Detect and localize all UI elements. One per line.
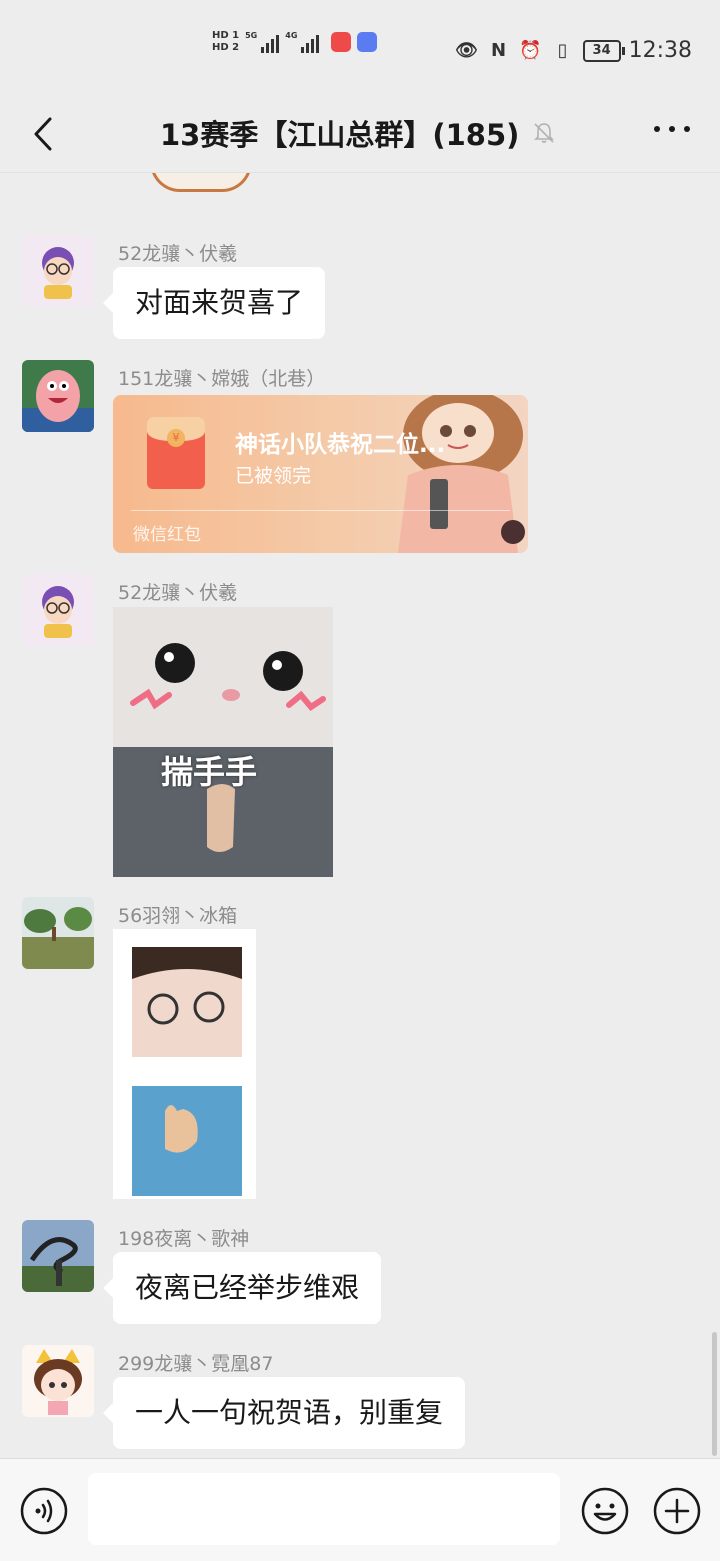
sender-name: 56羽翎丶冰箱 — [118, 905, 238, 927]
avatar[interactable] — [22, 235, 94, 307]
chat-header: 13赛季【江山总群】(185) — [0, 100, 720, 173]
partial-sticker-image[interactable] — [150, 173, 252, 192]
avatar[interactable] — [22, 1220, 94, 1292]
alarm-icon: ⏰ — [519, 40, 542, 61]
status-time: 12:38 — [628, 38, 692, 63]
chat-title: 13赛季【江山总群】(185) — [160, 118, 520, 152]
avatar[interactable] — [22, 897, 94, 969]
chevron-left-icon[interactable] — [24, 114, 64, 154]
red-packet-title: 神话小队恭祝二位... — [235, 432, 446, 458]
signal-5g-icon: 5G — [245, 31, 280, 53]
sender-name: 299龙骧丶霓凰87 — [118, 1353, 274, 1375]
status-left: HD 1 HD 2 5G 4G — [212, 30, 378, 54]
photo-sticker-image[interactable] — [113, 929, 256, 1199]
emoji-icon[interactable] — [581, 1487, 629, 1535]
cat-sticker-image[interactable]: 揣手手 — [113, 607, 333, 877]
red-envelope-icon — [147, 417, 205, 489]
sender-name: 198夜离丶歌神 — [118, 1228, 250, 1250]
divider — [131, 510, 510, 511]
cat-sticker-drawing — [113, 607, 333, 877]
message-input[interactable] — [88, 1473, 560, 1545]
red-packet-cover-image — [398, 395, 525, 553]
sticker-caption: 揣手手 — [161, 753, 258, 791]
vibrate-icon: ▯ — [557, 40, 568, 61]
red-packet-footer: 微信红包 — [133, 525, 201, 545]
text-bubble[interactable]: 一人一句祝贺语，别重复 — [102, 1377, 466, 1449]
text-bubble[interactable]: 夜离已经举步维艰 — [102, 1252, 382, 1324]
sender-name: 52龙骧丶伏羲 — [118, 243, 238, 265]
status-right: 👁 N ⏰ ▯ 34 12:38 — [455, 38, 692, 63]
hd1-label: HD 1 — [212, 30, 240, 41]
more-dots-icon[interactable] — [654, 126, 690, 132]
photo-sticker-drawing — [132, 947, 242, 1196]
avatar[interactable] — [22, 574, 94, 646]
text-bubble[interactable]: 对面来贺喜了 — [102, 267, 326, 339]
signal-4g-icon: 4G — [285, 31, 320, 53]
hd-indicator: HD 1 HD 2 — [212, 30, 239, 54]
battery-icon: 34 — [582, 39, 625, 62]
red-packet-card[interactable]: 神话小队恭祝二位... 已被领完 微信红包 — [113, 395, 528, 553]
net2-label: 4G — [285, 31, 298, 40]
bell-off-icon — [534, 123, 555, 143]
study-app-icon — [357, 32, 378, 52]
avatar[interactable] — [22, 360, 94, 432]
red-packet-status: 已被领完 — [235, 465, 312, 487]
voice-icon[interactable] — [20, 1487, 68, 1535]
book-app-icon — [331, 32, 352, 52]
sender-name: 52龙骧丶伏羲 — [118, 582, 238, 604]
title-group: 13赛季【江山总群】(185) — [160, 112, 557, 154]
sender-name: 151龙骧丶嫦娥（北巷） — [118, 368, 326, 390]
net1-label: 5G — [245, 31, 258, 40]
input-bar — [0, 1458, 720, 1561]
status-bar: HD 1 HD 2 5G 4G 👁 N ⏰ ▯ 34 12:38 — [0, 0, 720, 100]
eye-icon: 👁 — [455, 40, 479, 61]
chat-messages[interactable]: 52龙骧丶伏羲 对面来贺喜了 151龙骧丶嫦娥（北巷） 神话小队恭祝二位... … — [0, 173, 720, 1458]
hd2-label: HD 2 — [212, 42, 240, 53]
nfc-icon: N — [491, 40, 507, 61]
plus-icon[interactable] — [653, 1487, 701, 1535]
chat-scrollbar[interactable] — [712, 1332, 717, 1456]
avatar[interactable] — [22, 1345, 94, 1417]
